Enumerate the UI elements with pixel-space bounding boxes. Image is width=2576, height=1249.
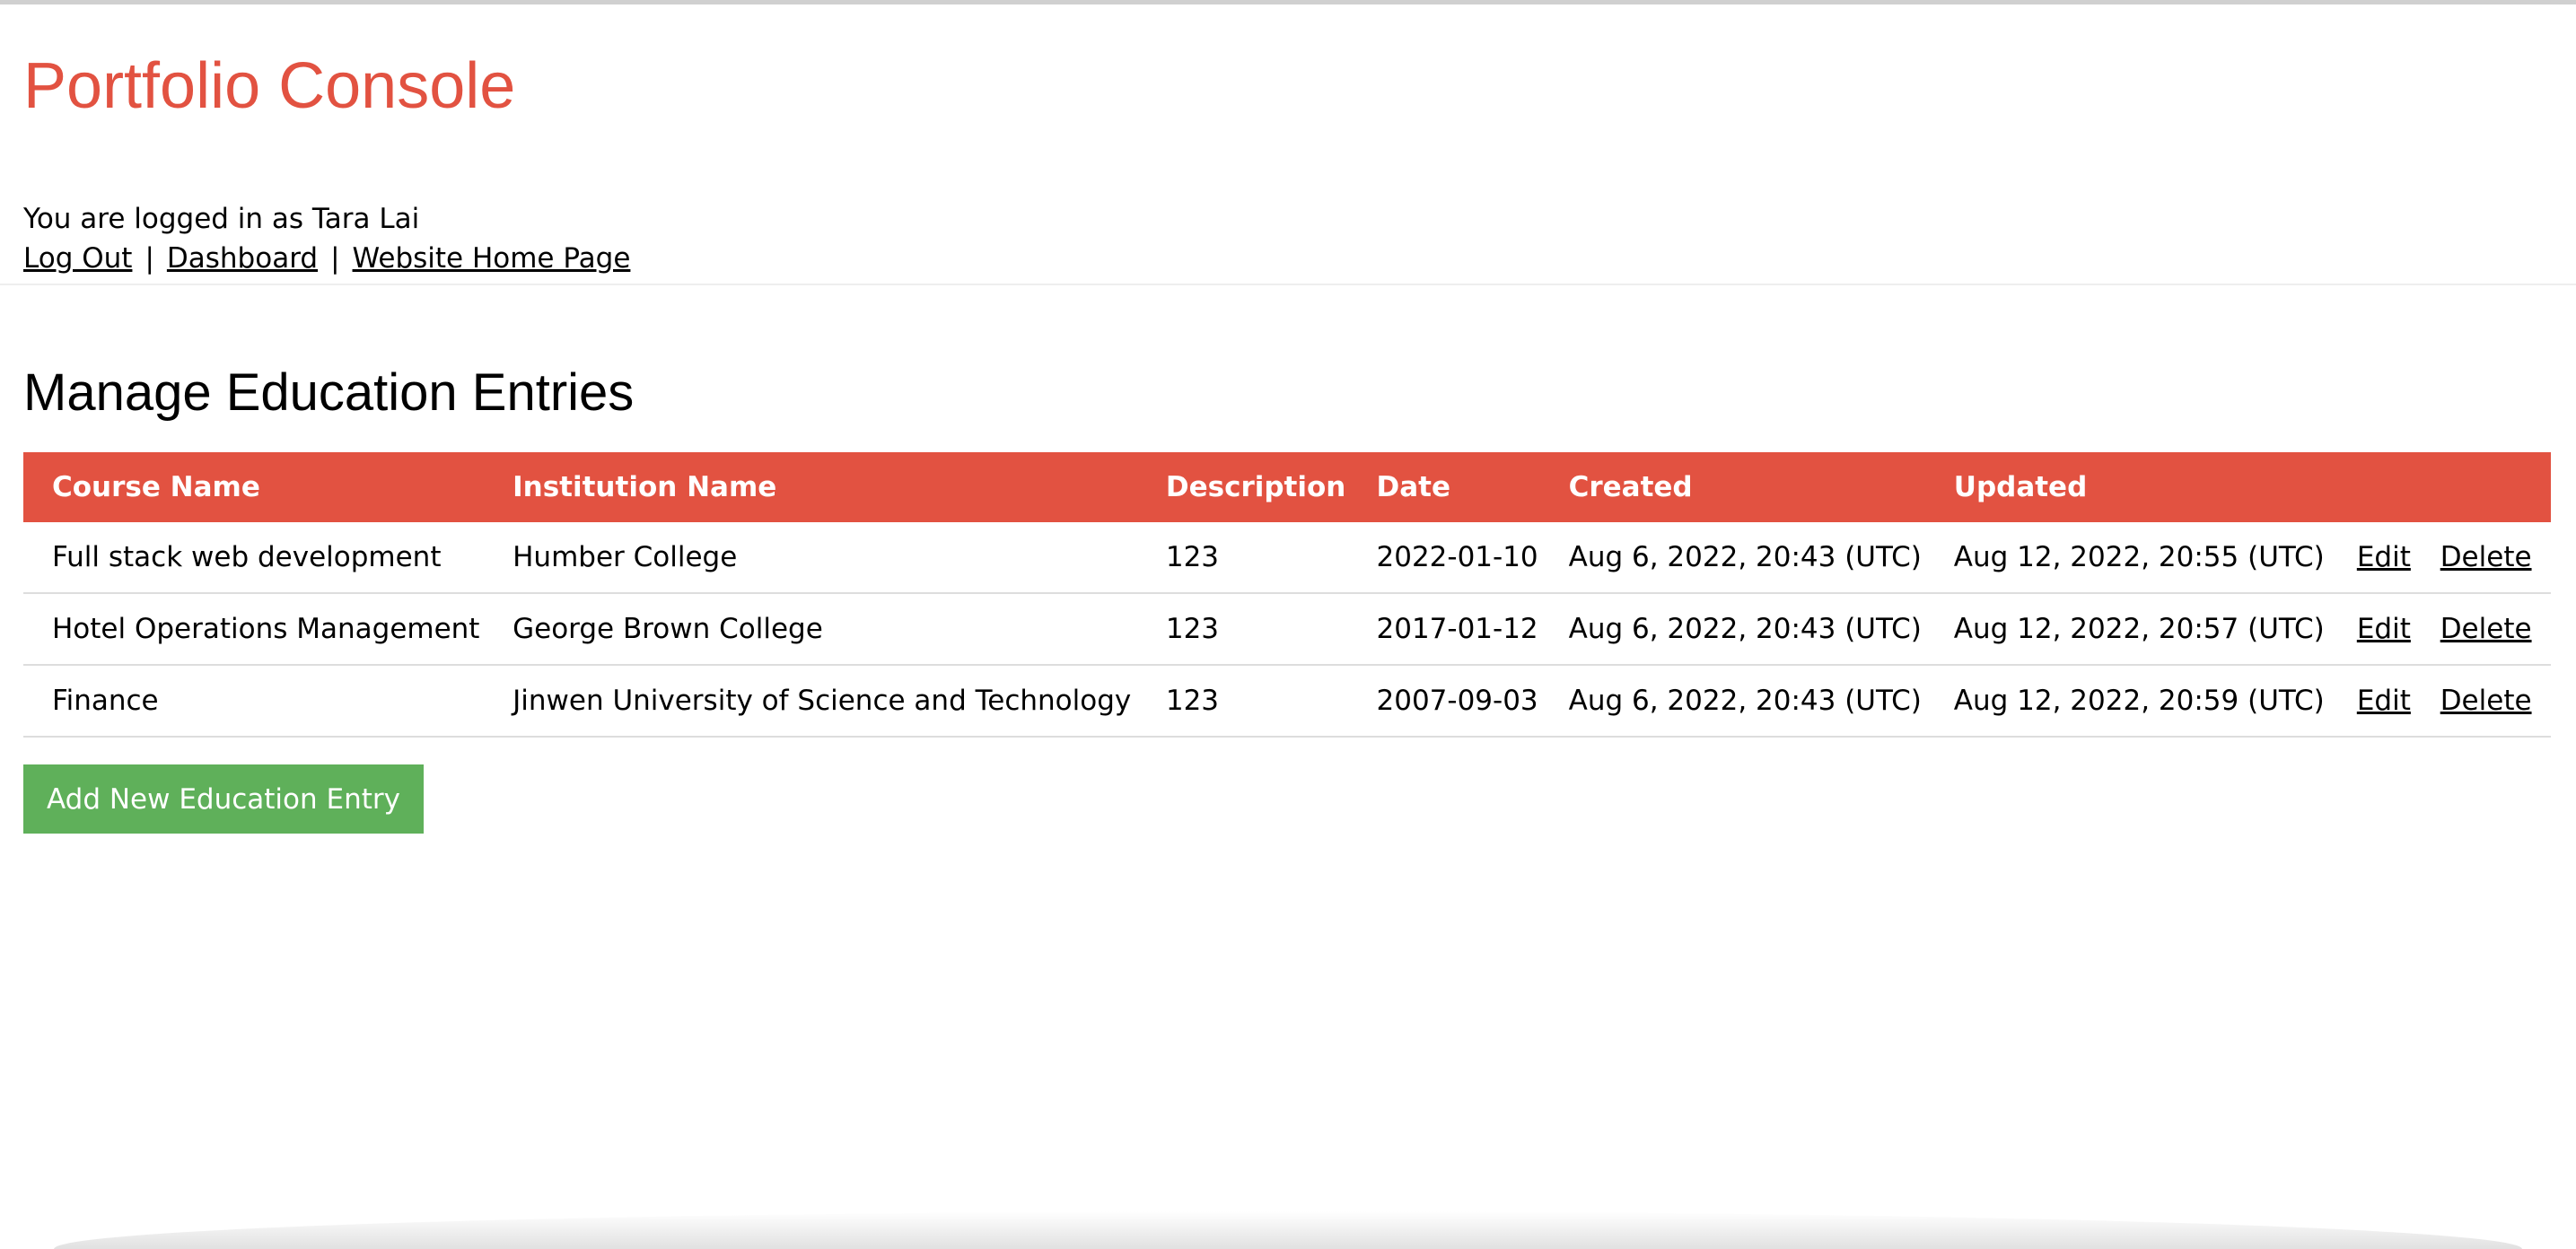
- top-rule: [0, 0, 2576, 4]
- delete-link[interactable]: Delete: [2440, 685, 2532, 717]
- cell-edit: Edit: [2327, 593, 2412, 666]
- cell-description: 123: [1136, 665, 1348, 738]
- cell-institution: George Brown College: [484, 593, 1137, 666]
- edit-link[interactable]: Edit: [2357, 613, 2411, 645]
- column-header-created: Created: [1568, 471, 1693, 503]
- cell-updated: Aug 12, 2022, 20:57 (UTC): [1924, 593, 2328, 666]
- column-header-delete: [2412, 452, 2551, 522]
- table-row: Hotel Operations Management George Brown…: [23, 593, 2551, 666]
- edit-link[interactable]: Edit: [2357, 541, 2411, 573]
- nav-links: Log Out | Dashboard | Website Home Page: [23, 239, 2554, 278]
- cell-course: Finance: [23, 665, 485, 738]
- column-header-course: Course Name: [52, 471, 260, 503]
- cell-delete: Delete: [2411, 522, 2551, 594]
- bottom-shadow: [54, 1211, 2522, 1249]
- edit-link[interactable]: Edit: [2357, 685, 2411, 717]
- cell-course: Hotel Operations Management: [23, 593, 485, 666]
- cell-created: Aug 6, 2022, 20:43 (UTC): [1539, 522, 1925, 594]
- cell-created: Aug 6, 2022, 20:43 (UTC): [1539, 593, 1925, 666]
- cell-description: 123: [1136, 593, 1348, 666]
- login-status: You are logged in as Tara Lai: [23, 203, 420, 235]
- column-header-updated: Updated: [1953, 471, 2088, 503]
- cell-updated: Aug 12, 2022, 20:59 (UTC): [1924, 665, 2328, 738]
- cell-date: 2017-01-12: [1347, 593, 1540, 666]
- page-title: Manage Education Entries: [23, 363, 635, 422]
- cell-date: 2022-01-10: [1347, 522, 1540, 594]
- log-out-link[interactable]: Log Out: [23, 242, 132, 275]
- cell-edit: Edit: [2327, 522, 2412, 594]
- column-header-description: Description: [1165, 471, 1346, 503]
- website-home-link[interactable]: Website Home Page: [353, 242, 631, 275]
- column-header-edit: [2328, 452, 2412, 522]
- table-row: Finance Jinwen University of Science and…: [23, 665, 2551, 738]
- app-title: Portfolio Console: [23, 50, 516, 122]
- education-table: Course Name Institution Name Description…: [23, 452, 2551, 738]
- console-header: Portfolio Console You are logged in as T…: [23, 45, 2554, 278]
- cell-delete: Delete: [2411, 593, 2551, 666]
- cell-institution: Humber College: [484, 522, 1137, 594]
- table-row: Full stack web development Humber Colleg…: [23, 522, 2551, 594]
- nav-separator: |: [145, 242, 154, 275]
- cell-description: 123: [1136, 522, 1348, 594]
- delete-link[interactable]: Delete: [2440, 613, 2532, 645]
- cell-date: 2007-09-03: [1347, 665, 1540, 738]
- cell-edit: Edit: [2327, 665, 2412, 738]
- nav-separator: |: [330, 242, 340, 275]
- cell-institution: Jinwen University of Science and Technol…: [484, 665, 1137, 738]
- header-divider: [0, 284, 2576, 285]
- dashboard-link[interactable]: Dashboard: [167, 242, 318, 275]
- column-header-institution: Institution Name: [513, 471, 777, 503]
- cell-course: Full stack web development: [23, 522, 485, 594]
- column-header-date: Date: [1376, 471, 1451, 503]
- add-education-entry-button[interactable]: Add New Education Entry: [23, 764, 424, 834]
- cell-delete: Delete: [2411, 665, 2551, 738]
- table-header-row: Course Name Institution Name Description…: [23, 452, 2551, 522]
- cell-created: Aug 6, 2022, 20:43 (UTC): [1539, 665, 1925, 738]
- cell-updated: Aug 12, 2022, 20:55 (UTC): [1924, 522, 2328, 594]
- delete-link[interactable]: Delete: [2440, 541, 2532, 573]
